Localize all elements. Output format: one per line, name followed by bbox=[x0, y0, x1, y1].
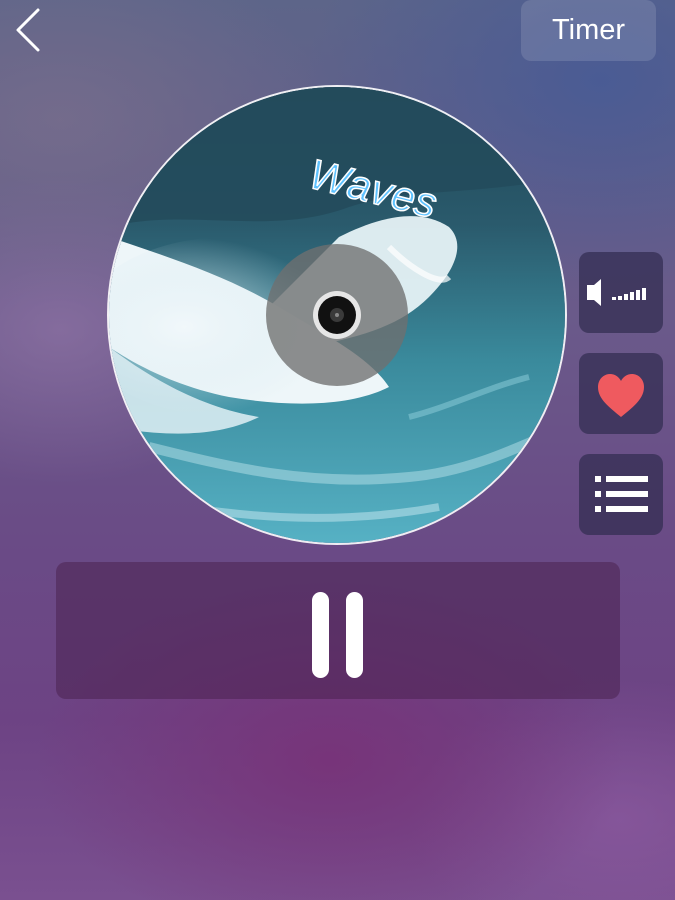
favorite-button[interactable] bbox=[579, 353, 663, 434]
timer-button[interactable]: Timer bbox=[521, 0, 656, 61]
pause-bar-left bbox=[312, 592, 329, 678]
playlist-button[interactable] bbox=[579, 454, 663, 535]
pause-bar-right bbox=[346, 592, 363, 678]
chevron-left-icon bbox=[16, 8, 40, 52]
back-button[interactable] bbox=[10, 6, 54, 54]
list-icon bbox=[595, 476, 648, 512]
pause-button[interactable] bbox=[56, 562, 620, 699]
volume-button[interactable] bbox=[579, 252, 663, 333]
heart-icon bbox=[598, 374, 644, 417]
speaker-volume-icon bbox=[587, 279, 646, 306]
